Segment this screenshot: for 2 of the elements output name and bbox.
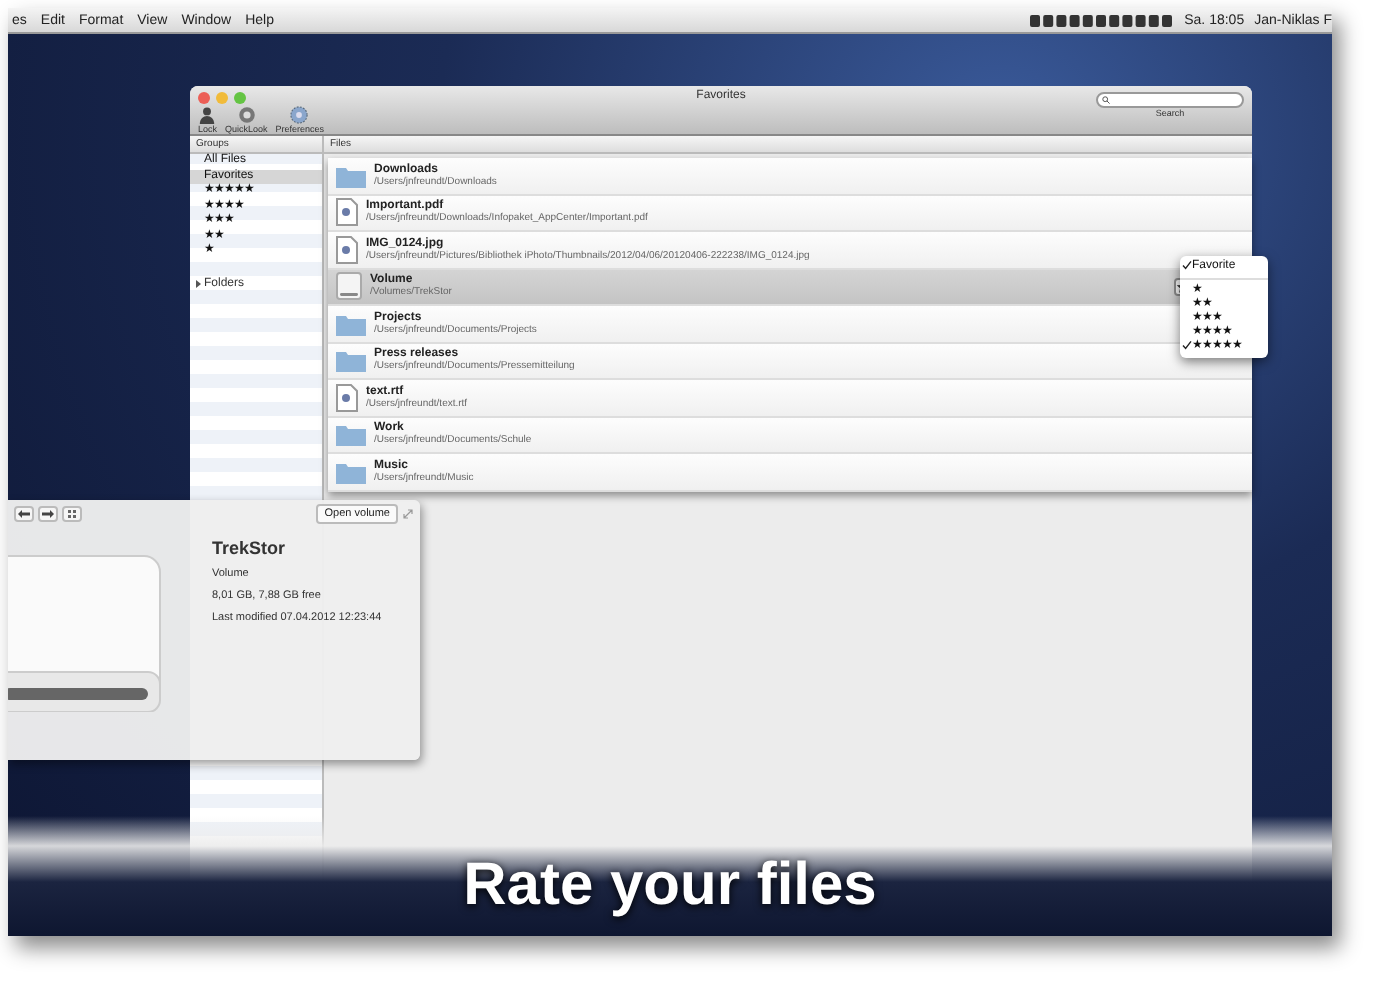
- caption-text: Rate your files: [463, 852, 877, 920]
- volume-title: TrekStor: [212, 538, 288, 558]
